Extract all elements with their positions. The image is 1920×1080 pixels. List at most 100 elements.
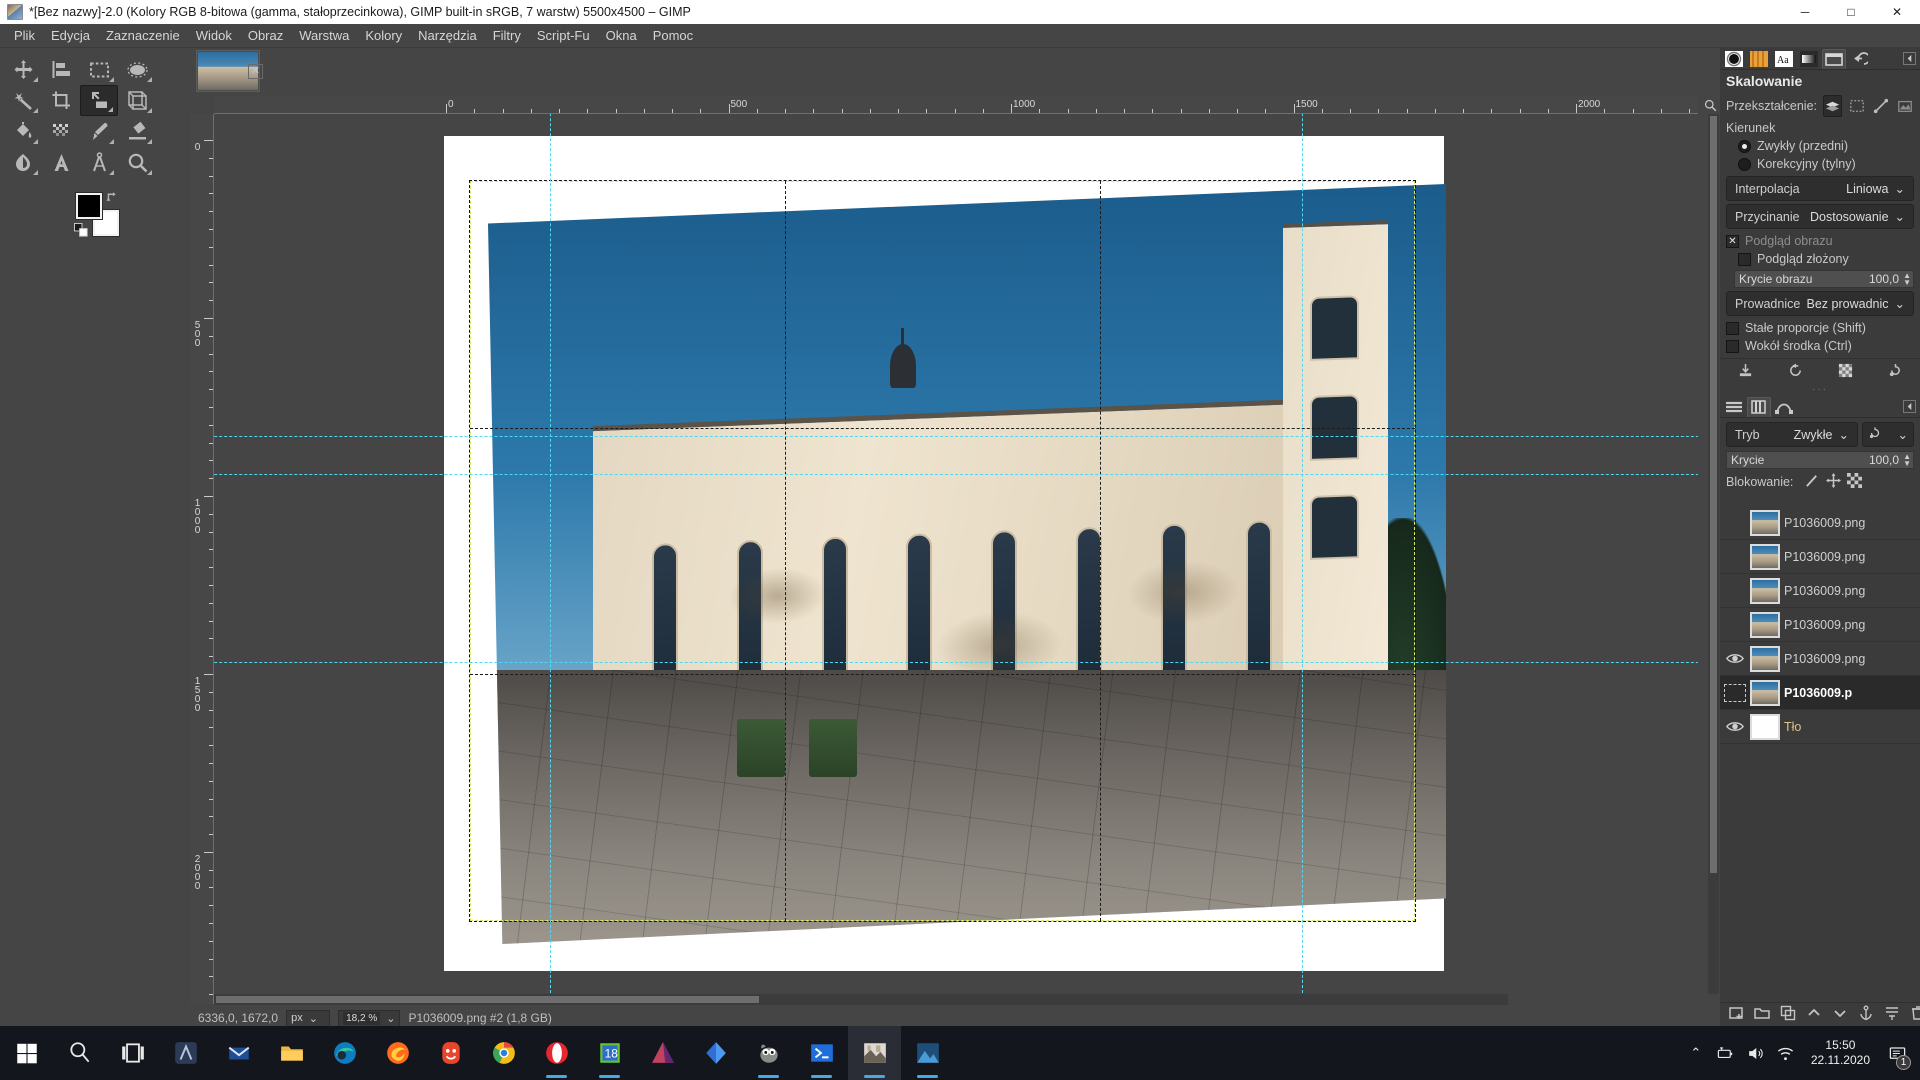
brushes-tab[interactable] (1722, 49, 1746, 69)
layer-mode-combo[interactable]: Tryb Zwykłe ⌄ (1726, 422, 1858, 447)
paintbrush-tool[interactable] (80, 116, 118, 147)
maximize-button[interactable]: □ (1828, 0, 1874, 24)
menu-item-kolory[interactable]: Kolory (357, 25, 410, 46)
taskbar-app-affinity-publisher[interactable] (159, 1026, 212, 1080)
crop-tool[interactable] (42, 85, 80, 116)
fonts-tab[interactable]: Aa (1772, 49, 1796, 69)
menu-item-warstwa[interactable]: Warstwa (291, 25, 357, 46)
taskbar-app-powershell[interactable] (795, 1026, 848, 1080)
unit-selector[interactable]: px ⌄ (286, 1009, 331, 1027)
menu-item-filtry[interactable]: Filtry (485, 25, 529, 46)
paths-tab[interactable] (1772, 397, 1796, 417)
layer-row[interactable]: Tło (1720, 710, 1920, 744)
search-button[interactable] (53, 1026, 106, 1080)
taskbar-app-file-explorer[interactable] (265, 1026, 318, 1080)
layer-row[interactable]: P1036009.png (1720, 506, 1920, 540)
foreground-color-swatch[interactable] (76, 193, 102, 219)
menu-item-plik[interactable]: Plik (6, 25, 43, 46)
volume-icon[interactable] (1741, 1026, 1771, 1080)
horizontal-guide[interactable] (214, 436, 1698, 437)
reset-colors-icon[interactable] (74, 223, 89, 238)
taskbar-app-edge[interactable] (318, 1026, 371, 1080)
dock-menu-icon[interactable] (1903, 400, 1916, 413)
menu-item-pomoc[interactable]: Pomoc (645, 25, 701, 46)
dock-resize-grip[interactable]: ··· (1720, 384, 1920, 395)
horizontal-guide[interactable] (214, 474, 1698, 475)
battery-icon[interactable] (1711, 1026, 1741, 1080)
menu-item-widok[interactable]: Widok (188, 25, 240, 46)
move-cross-icon[interactable] (1826, 473, 1842, 491)
layer-row[interactable]: P1036009.png (1720, 540, 1920, 574)
undo-history-tab[interactable] (1847, 49, 1871, 69)
taskbar-window-gimp-image[interactable] (848, 1026, 901, 1080)
duplicate-layer-button[interactable] (1780, 1005, 1796, 1024)
menu-item-narz-dzia[interactable]: Narzędzia (410, 25, 485, 46)
swap-colors-icon[interactable] (106, 191, 119, 204)
scale-tool[interactable] (80, 85, 118, 116)
constrain-checkbox[interactable]: Stałe proporcje (Shift) (1720, 319, 1920, 337)
transform-path-button[interactable] (1872, 95, 1891, 117)
around-center-checkbox[interactable]: Wokół środka (Ctrl) (1720, 337, 1920, 355)
fuzzy-select-tool[interactable] (4, 85, 42, 116)
new-layer-group-button[interactable] (1754, 1005, 1770, 1024)
taskbar-app-affinity-photo[interactable] (636, 1026, 689, 1080)
delete-icon[interactable] (1838, 363, 1853, 381)
horizontal-ruler[interactable]: 0 500 1000 1500 2000 (214, 96, 1698, 114)
image-canvas[interactable] (214, 114, 1698, 1004)
direction-corrective-radio[interactable]: Korekcyjny (tylny) (1720, 155, 1920, 173)
layer-opacity-spinner[interactable]: Krycie 100,0 ▲ ▼ (1726, 451, 1914, 469)
notification-center-button[interactable]: 1 (1880, 1026, 1914, 1080)
interpolation-combo[interactable]: Interpolacja Liniowa ⌄ (1726, 176, 1914, 201)
horizontal-guide[interactable] (214, 662, 1698, 663)
layer-row[interactable]: P1036009.png (1720, 608, 1920, 642)
spinner-arrows-icon[interactable]: ▲ ▼ (1903, 452, 1911, 468)
free-select-tool[interactable] (118, 54, 156, 85)
brush-stroke-icon[interactable] (1805, 473, 1820, 491)
composited-preview-checkbox[interactable]: Podgląd złożony (1720, 250, 1920, 268)
layer-row[interactable]: P1036009.png (1720, 642, 1920, 676)
taskbar-app-firefox[interactable] (371, 1026, 424, 1080)
vertical-guide[interactable] (550, 114, 551, 1004)
zoom-fit-icon[interactable] (1700, 96, 1720, 114)
rectangle-select-tool[interactable] (80, 54, 118, 85)
eye-icon[interactable] (1724, 614, 1746, 636)
transform-layer-button[interactable] (1823, 95, 1843, 117)
task-view-button[interactable] (106, 1026, 159, 1080)
transform-image-button[interactable] (1896, 95, 1915, 117)
menu-item-edycja[interactable]: Edycja (43, 25, 98, 46)
minimize-button[interactable]: ─ (1782, 0, 1828, 24)
start-button[interactable] (0, 1026, 53, 1080)
layer-link-box[interactable] (1724, 683, 1746, 702)
bucket-fill-tool[interactable] (4, 116, 42, 147)
save-icon[interactable] (1738, 363, 1753, 381)
menu-item-zaznaczenie[interactable]: Zaznaczenie (98, 25, 188, 46)
taskbar-app-calendar[interactable]: 18 (583, 1026, 636, 1080)
eye-icon[interactable] (1724, 716, 1746, 738)
delete-layer-button[interactable] (1910, 1005, 1920, 1024)
zoom-tool[interactable] (118, 147, 156, 178)
raise-layer-button[interactable] (1806, 1005, 1822, 1024)
align-tool[interactable] (42, 54, 80, 85)
canvas-vertical-scrollbar[interactable] (1708, 114, 1719, 994)
close-button[interactable]: ✕ (1874, 0, 1920, 24)
image-preview-checkbox[interactable]: ✕ Podgląd obrazu (1720, 232, 1920, 250)
channels-tab[interactable] (1747, 396, 1771, 417)
spinner-arrows-icon[interactable]: ▲ ▼ (1903, 271, 1911, 287)
text-tool[interactable] (42, 147, 80, 178)
close-icon[interactable]: ✕ (248, 64, 263, 79)
canvas-horizontal-scrollbar[interactable] (214, 994, 1508, 1005)
measure-tool[interactable] (80, 147, 118, 178)
menu-item-okna[interactable]: Okna (598, 25, 645, 46)
checker-alpha-icon[interactable] (1847, 473, 1863, 491)
perspective-tool[interactable] (118, 85, 156, 116)
layers-tab[interactable] (1722, 397, 1746, 417)
wifi-icon[interactable] (1771, 1026, 1801, 1080)
taskbar-app-keeper[interactable] (424, 1026, 477, 1080)
transform-selection-button[interactable] (1848, 95, 1867, 117)
eraser-tool[interactable] (118, 116, 156, 147)
taskbar-app-affinity-designer[interactable] (689, 1026, 742, 1080)
clock[interactable]: 15:50 22.11.2020 (1801, 1038, 1880, 1068)
menu-item-script-fu[interactable]: Script-Fu (529, 25, 598, 46)
vertical-ruler[interactable]: 0 500 1000 1500 2000 (190, 114, 214, 1004)
taskbar-app-opera[interactable] (530, 1026, 583, 1080)
